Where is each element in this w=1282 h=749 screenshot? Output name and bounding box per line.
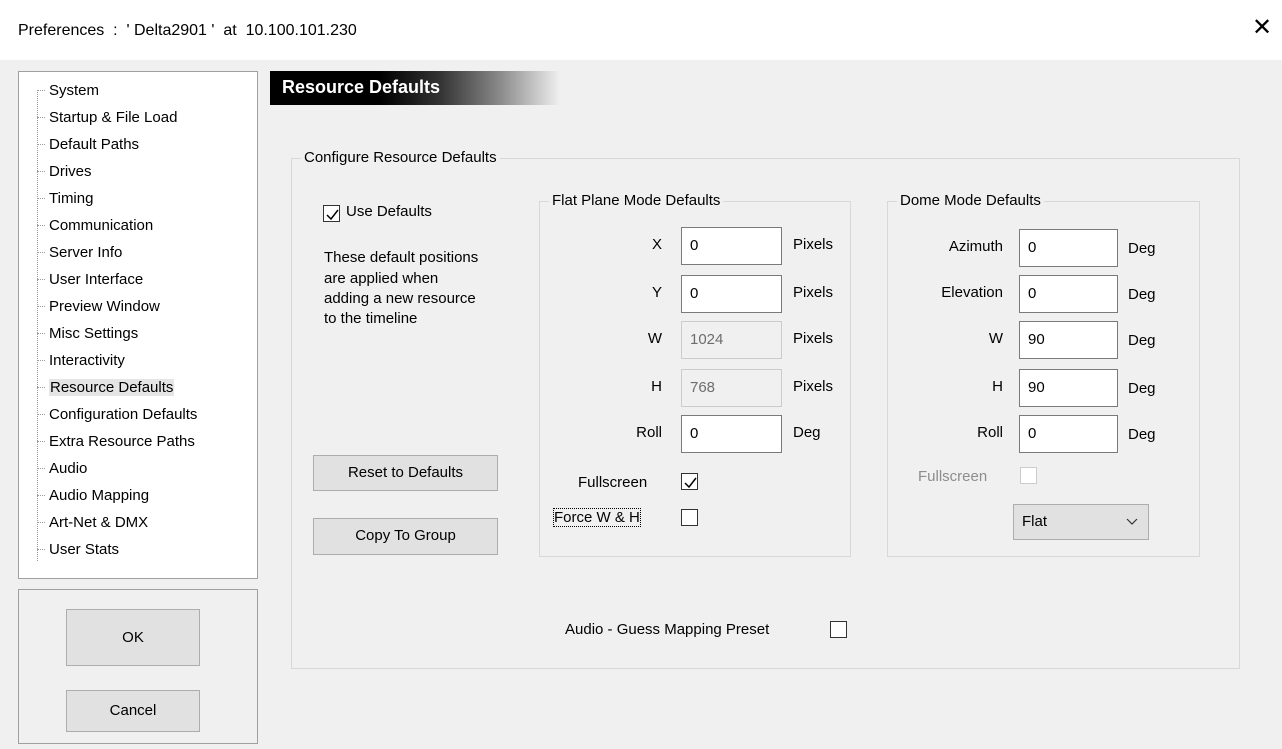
description-line-4: to the timeline [324, 310, 418, 327]
dome-w-input[interactable]: 90 [1019, 321, 1118, 359]
close-icon[interactable]: ✕ [1248, 14, 1276, 42]
flat-roll-label: Roll [636, 424, 662, 441]
dialog-buttons-panel: OK Cancel [18, 589, 258, 744]
dome-roll-unit: Deg [1128, 426, 1156, 443]
dome-roll-input[interactable]: 0 [1019, 415, 1118, 453]
dome-fullscreen-checkbox [1020, 467, 1037, 484]
flat-roll-input[interactable]: 0 [681, 415, 782, 453]
title-bar: Preferences : ' Delta2901 ' at 10.100.10… [0, 0, 1282, 60]
dome-h-input[interactable]: 90 [1019, 369, 1118, 407]
tree-item-label: Preview Window [49, 298, 160, 315]
dome-azimuth-label: Azimuth [948, 238, 1003, 255]
flat-h-input: 768 [681, 369, 782, 407]
dome-mode-select[interactable]: Flat [1013, 504, 1149, 540]
flat-fullscreen-checkbox[interactable] [681, 473, 698, 490]
tree-item-label: System [49, 82, 100, 99]
description-line-3: adding a new resource [324, 290, 476, 307]
flat-h-label: H [651, 378, 662, 395]
dome-azimuth-unit: Deg [1128, 240, 1156, 257]
dome-w-label: W [988, 330, 1003, 347]
flat-roll-unit: Deg [793, 424, 821, 441]
tree-item-timing[interactable]: Timing [37, 185, 93, 212]
tree-item-drives[interactable]: Drives [37, 158, 92, 185]
audio-guess-checkbox[interactable] [830, 621, 847, 638]
tree-item-audio-mapping[interactable]: Audio Mapping [37, 482, 149, 509]
tree-item-label: Resource Defaults [49, 379, 175, 396]
tree-item-label: Timing [49, 190, 94, 207]
section-header: Resource Defaults [270, 71, 1276, 105]
dome-fullscreen-label: Fullscreen [918, 468, 988, 485]
force-wh-checkbox[interactable] [681, 509, 698, 526]
cancel-button[interactable]: Cancel [66, 690, 200, 732]
tree-item-label: Audio Mapping [49, 487, 150, 504]
tree-item-label: Communication [49, 217, 154, 234]
checkmark-icon [326, 209, 339, 221]
audio-guess-label: Audio - Guess Mapping Preset [565, 621, 770, 638]
tree-item-label: Misc Settings [49, 325, 139, 342]
tree-item-resource-defaults[interactable]: Resource Defaults [37, 374, 175, 401]
flat-x-label: X [651, 236, 662, 253]
tree-item-interactivity[interactable]: Interactivity [37, 347, 125, 374]
dome-h-label: H [992, 378, 1003, 395]
use-defaults-label[interactable]: Use Defaults [346, 203, 432, 220]
flat-w-label: W [647, 330, 662, 347]
tree-item-user-stats[interactable]: User Stats [37, 536, 119, 563]
ok-button[interactable]: OK [66, 609, 200, 666]
tree-item-misc-settings[interactable]: Misc Settings [37, 320, 138, 347]
tree-item-preview-window[interactable]: Preview Window [37, 293, 160, 320]
dome-roll-label: Roll [977, 424, 1003, 441]
flat-y-unit: Pixels [793, 284, 834, 301]
dome-w-unit: Deg [1128, 332, 1156, 349]
tree-item-extra-resource-paths[interactable]: Extra Resource Paths [37, 428, 195, 455]
tree-item-label: Server Info [49, 244, 123, 261]
tree-item-label: Configuration Defaults [49, 406, 198, 423]
description-line-1: These default positions [324, 249, 479, 266]
window-title: Preferences : ' Delta2901 ' at 10.100.10… [18, 22, 357, 39]
chevron-down-icon [1126, 505, 1138, 552]
dome-elevation-label: Elevation [941, 284, 1003, 301]
flat-h-unit: Pixels [793, 378, 834, 395]
description-line-2: are applied when [324, 270, 439, 287]
tree-item-default-paths[interactable]: Default Paths [37, 131, 139, 158]
flat-fullscreen-label: Fullscreen [578, 474, 648, 491]
tree-item-label: User Stats [49, 541, 120, 558]
flat-y-input[interactable]: 0 [681, 275, 782, 313]
flat-w-unit: Pixels [793, 330, 834, 347]
tree-item-art-net-dmx[interactable]: Art-Net & DMX [37, 509, 148, 536]
tree-item-communication[interactable]: Communication [37, 212, 153, 239]
flat-x-input[interactable]: 0 [681, 227, 782, 265]
dome-mode-select-value: Flat [1022, 513, 1048, 530]
tree-item-label: Default Paths [49, 136, 140, 153]
tree-item-system[interactable]: System [37, 77, 99, 104]
flat-x-unit: Pixels [793, 236, 834, 253]
use-defaults-checkbox[interactable] [323, 205, 340, 222]
copy-to-group-button[interactable]: Copy To Group [313, 518, 498, 555]
tree-item-configuration-defaults[interactable]: Configuration Defaults [37, 401, 197, 428]
tree-item-label: User Interface [49, 271, 144, 288]
tree-item-label: Audio [49, 460, 88, 477]
dome-elevation-input[interactable]: 0 [1019, 275, 1118, 313]
tree-item-label: Startup & File Load [49, 109, 178, 126]
dome-elevation-unit: Deg [1128, 286, 1156, 303]
configure-group-label: Configure Resource Defaults [301, 149, 500, 166]
tree-item-audio[interactable]: Audio [37, 455, 87, 482]
checkmark-icon [684, 477, 697, 489]
dome-group-label: Dome Mode Defaults [897, 192, 1044, 209]
tree-item-label: Interactivity [49, 352, 125, 369]
tree-item-label: Art-Net & DMX [49, 514, 149, 531]
dome-azimuth-input[interactable]: 0 [1019, 229, 1118, 267]
force-wh-label[interactable]: Force W & H [553, 508, 641, 527]
reset-to-defaults-button[interactable]: Reset to Defaults [313, 455, 498, 491]
flat-w-input: 1024 [681, 321, 782, 359]
tree-item-startup-file-load[interactable]: Startup & File Load [37, 104, 177, 131]
tree-item-label: Extra Resource Paths [49, 433, 195, 450]
section-title: Resource Defaults [282, 77, 441, 97]
tree-item-label: Drives [49, 163, 92, 180]
flat-plane-group-label: Flat Plane Mode Defaults [549, 192, 724, 209]
tree-item-user-interface[interactable]: User Interface [37, 266, 143, 293]
dome-h-unit: Deg [1128, 380, 1156, 397]
tree-item-server-info[interactable]: Server Info [37, 239, 122, 266]
flat-y-label: Y [651, 284, 662, 301]
preferences-tree[interactable]: System Startup & File Load Default Paths Dr… [18, 71, 258, 579]
